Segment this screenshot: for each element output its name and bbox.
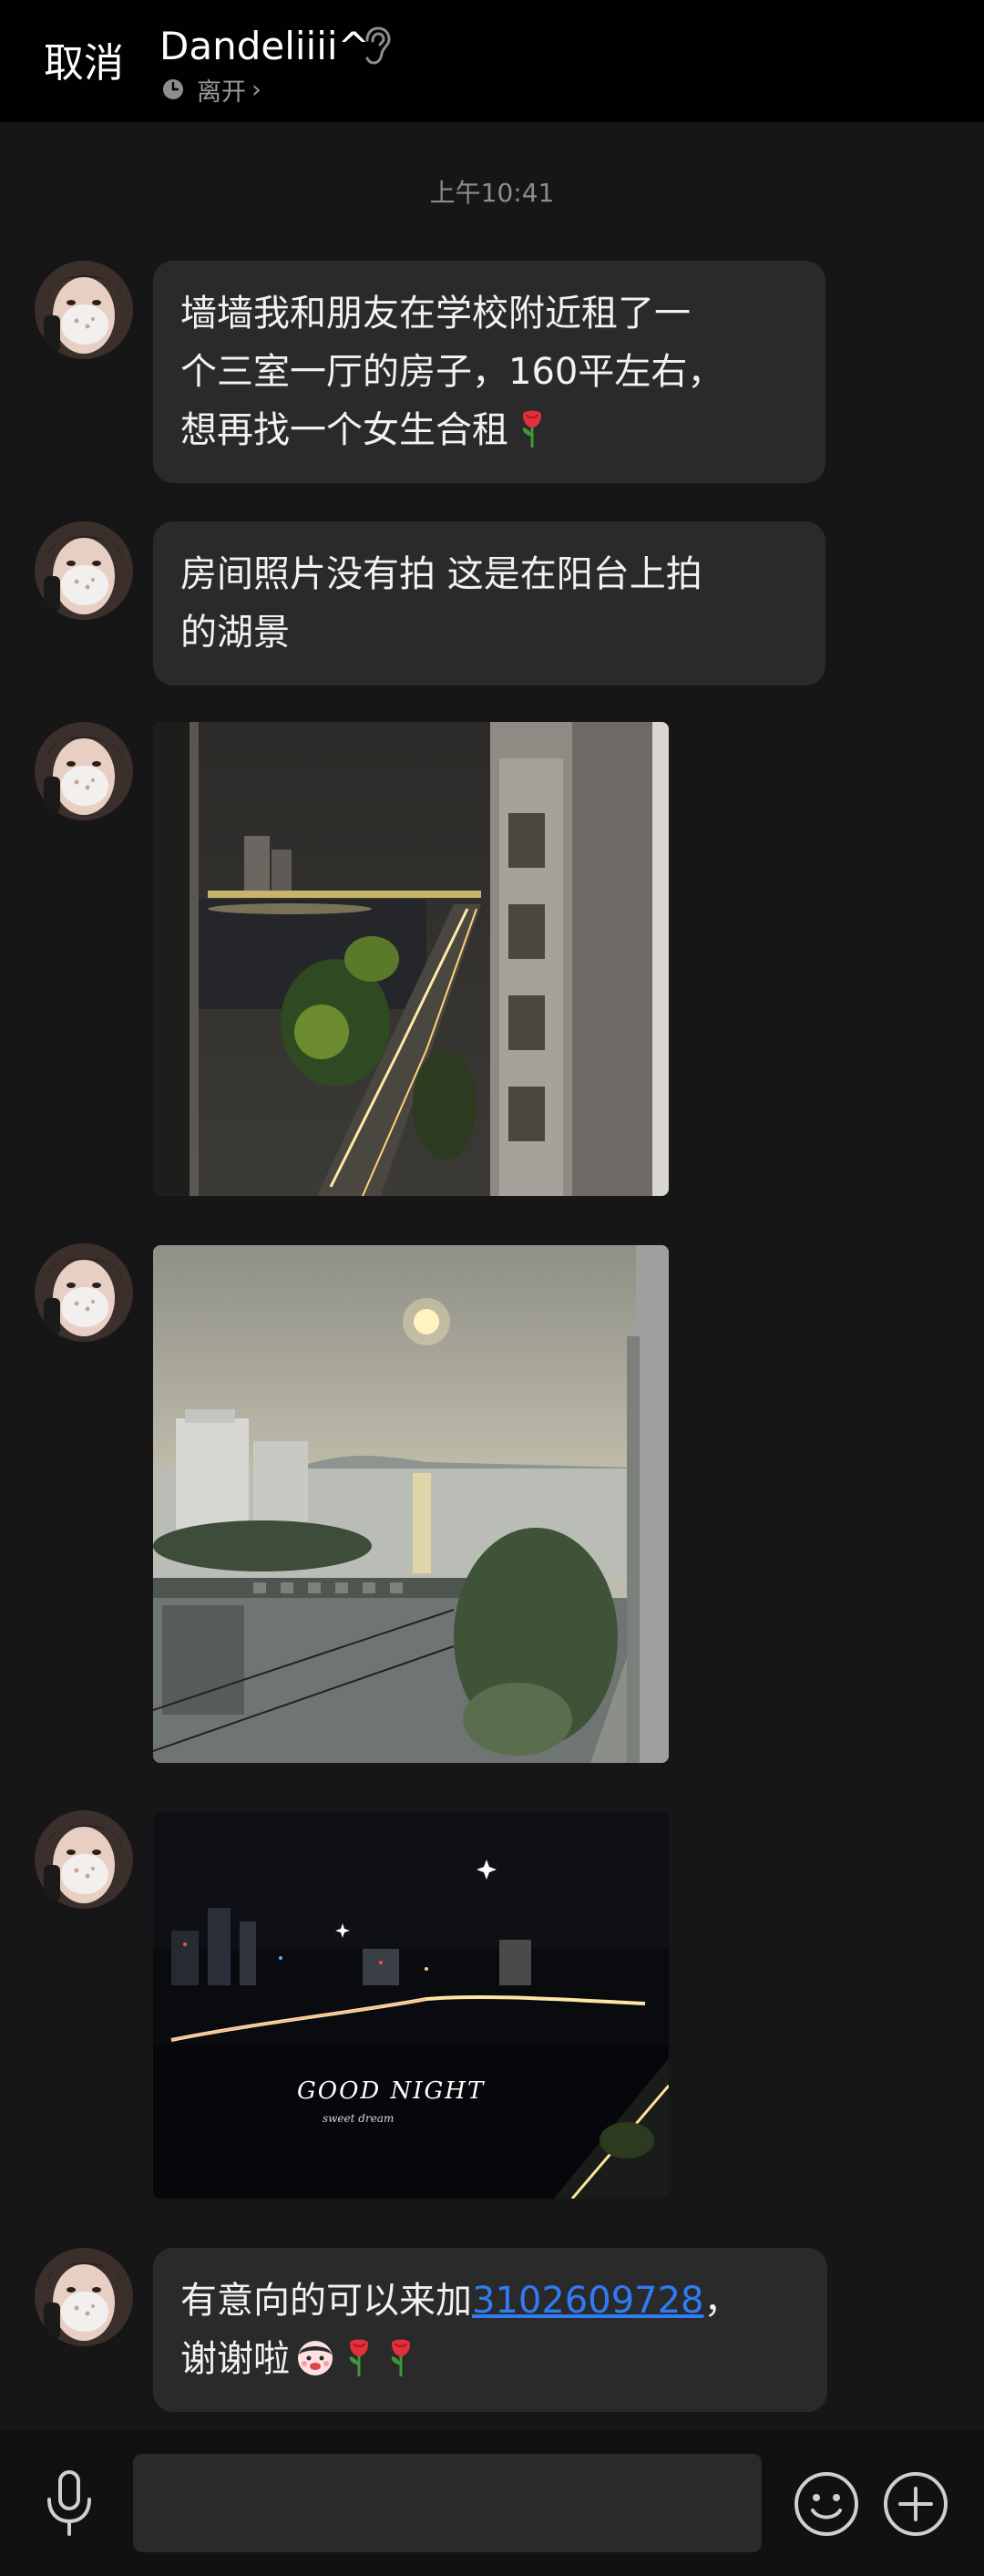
status-clock-icon [163,79,183,99]
microphone-icon[interactable] [36,2468,102,2538]
message-input[interactable] [133,2454,762,2552]
chevron-right-icon: › [251,75,261,104]
message-timestamp: 上午10:41 [429,178,555,208]
message-text: ， [703,2280,741,2322]
avatar[interactable] [35,1810,133,1909]
avatar[interactable] [35,1243,133,1342]
message-text-line: 的湖景 [180,612,290,654]
face-emoji-icon [298,2341,333,2375]
presence-status[interactable]: 离开 › [162,73,261,107]
message-bubble[interactable]: 房间照片没有拍 这是在阳台上拍 的湖景 [153,521,825,685]
avatar[interactable] [35,2248,133,2346]
avatar[interactable] [35,521,133,620]
rose-icon [522,410,541,448]
message-bubble[interactable]: 有意向的可以来加3102609728， 谢谢啦 [153,2248,827,2412]
emoji-icon[interactable] [793,2470,860,2538]
message-input-bar [0,2430,984,2576]
rose-icon [349,2339,368,2376]
avatar[interactable] [35,261,133,359]
message-text-line: 房间照片没有拍 这是在阳台上拍 [180,553,702,595]
message-text: 谢谢啦 [180,2338,290,2380]
message-text: 有意向的可以来加 [180,2280,472,2322]
message-text-line: 墙墙我和朋友在学校附近租了一 [180,293,691,335]
contact-name[interactable]: Dandeliiii^ [159,22,370,71]
photo-overlay-subtitle: sweet dream [323,2112,395,2125]
plus-icon[interactable] [882,2470,949,2538]
avatar[interactable] [35,722,133,820]
photo-overlay-title: GOOD NIGHT [297,2077,486,2105]
message-bubble[interactable]: 墙墙我和朋友在学校附近租了一 个三室一厅的房子，160平左右， 想再找一个女生合… [153,261,825,483]
ear-icon[interactable] [361,26,392,66]
rose-icon [391,2339,410,2376]
lake-sunset-photo[interactable] [153,1245,669,1763]
phone-number-link[interactable]: 3102609728 [472,2280,704,2322]
night-lake-photo[interactable]: GOOD NIGHT sweet dream [153,1812,669,2199]
chat-screen: 取消 Dandeliiii^ 离开 › 上午10:41 墙墙我和朋友在学校附近租… [0,0,984,2576]
status-text: 离开 [197,77,246,107]
header-bar: 取消 Dandeliiii^ 离开 › [0,0,984,122]
night-street-view-photo[interactable] [153,722,669,1196]
message-text-line: 个三室一厅的房子，160平左右， [180,351,724,393]
message-text-line: 想再找一个女生合租 [180,409,508,451]
cancel-button[interactable]: 取消 [44,36,124,91]
